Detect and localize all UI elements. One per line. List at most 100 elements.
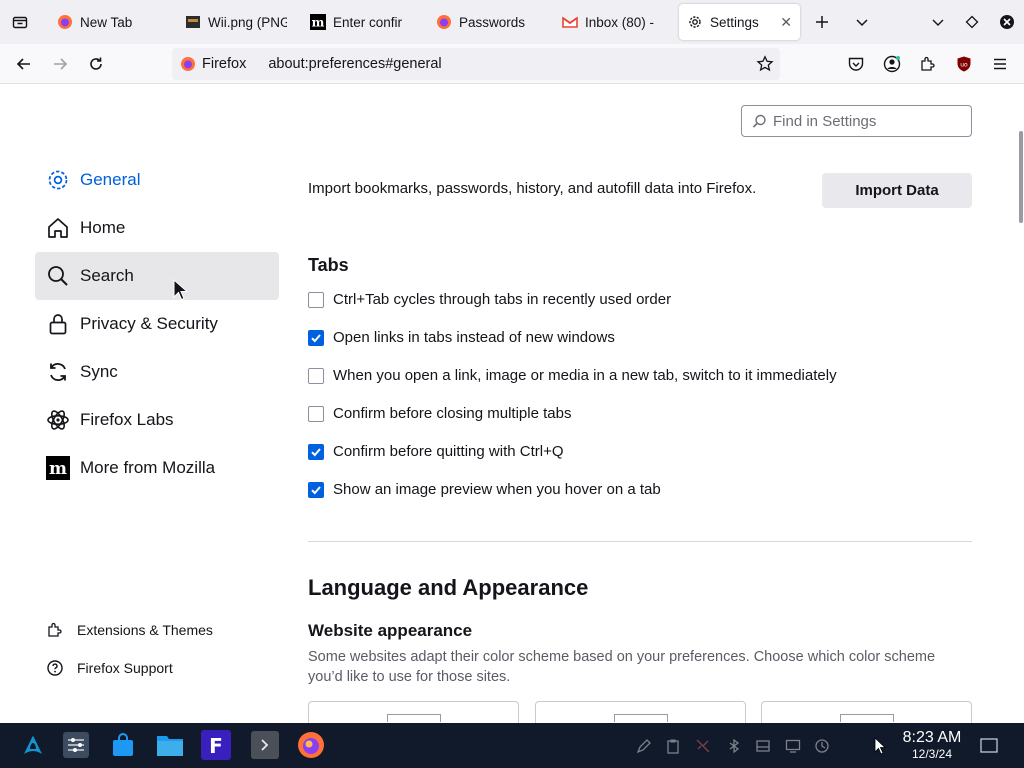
- window-minimize-button[interactable]: [924, 8, 952, 36]
- sidebar-item-firefox-labs[interactable]: Firefox Labs: [35, 396, 279, 444]
- puzzle-icon: [48, 622, 62, 637]
- reload-button[interactable]: [82, 50, 110, 78]
- close-circle-icon: [1000, 15, 1014, 29]
- theme-preview: [614, 714, 668, 722]
- ctrl-tab-option[interactable]: Ctrl+Tab cycles through tabs in recently…: [308, 291, 671, 308]
- checkbox[interactable]: [308, 367, 324, 384]
- svg-text:uo: uo: [960, 62, 968, 69]
- tray-icon-display[interactable]: [784, 737, 802, 755]
- tab-passwords[interactable]: Passwords: [428, 4, 546, 40]
- reload-icon: [90, 57, 102, 70]
- terminal-icon: [251, 731, 279, 759]
- clock[interactable]: 8:23 AM 12/3/24: [896, 729, 968, 761]
- shopping-bag-icon: [113, 733, 133, 756]
- option-label: Open links in tabs instead of new window…: [333, 329, 615, 346]
- sidebar-item-home[interactable]: Home: [35, 204, 279, 252]
- tray-icon-clipboard[interactable]: [664, 737, 682, 755]
- checkbox-checked[interactable]: [308, 329, 324, 346]
- tab-enter-confirm[interactable]: m Enter confir: [302, 4, 420, 40]
- theme-option-light[interactable]: [535, 701, 746, 723]
- sidebar-item-label: Firefox Labs: [80, 410, 174, 429]
- list-all-tabs-button[interactable]: [848, 8, 876, 36]
- gmail-icon: [562, 14, 578, 30]
- firefox-view-button[interactable]: [6, 8, 34, 36]
- tray-icon-bluetooth[interactable]: [725, 737, 743, 755]
- lock-icon: [46, 312, 70, 336]
- url-text: about:preferences#general: [268, 56, 442, 72]
- firefox-icon: [436, 14, 452, 30]
- confirm-close-tabs-option[interactable]: Confirm before closing multiple tabs: [308, 405, 571, 422]
- scrollbar-thumb[interactable]: [1019, 131, 1023, 223]
- find-in-settings-input[interactable]: Find in Settings: [741, 105, 972, 137]
- firefox-taskbar-button[interactable]: [296, 730, 326, 760]
- bookmark-star-icon[interactable]: [756, 55, 774, 77]
- tray-icon-updates[interactable]: [813, 737, 831, 755]
- ublock-origin-button[interactable]: uo: [950, 50, 978, 78]
- sidebar-item-sync[interactable]: Sync: [35, 348, 279, 396]
- window-maximize-button[interactable]: [958, 8, 986, 36]
- tab-inbox[interactable]: Inbox (80) -: [554, 4, 672, 40]
- firefox-view-icon: [12, 16, 28, 29]
- checkbox[interactable]: [308, 405, 324, 422]
- identity-label: Firefox: [202, 56, 247, 72]
- back-button[interactable]: [10, 50, 38, 78]
- close-tab-icon[interactable]: ✕: [780, 14, 792, 31]
- checkmark-icon: [311, 333, 321, 342]
- account-button[interactable]: [878, 50, 906, 78]
- taskbar: F 8:23 AM 12/3/24: [0, 723, 1024, 768]
- terminal-button[interactable]: [250, 730, 280, 760]
- sidebar-item-search[interactable]: Search: [35, 252, 279, 300]
- identity-box[interactable]: Firefox: [172, 56, 246, 72]
- sidebar-item-privacy[interactable]: Privacy & Security: [35, 300, 279, 348]
- pocket-button[interactable]: [842, 50, 870, 78]
- tab-hover-preview-option[interactable]: Show an image preview when you hover on …: [308, 481, 661, 498]
- sidebar-item-general[interactable]: General: [35, 156, 279, 204]
- tab-new-tab[interactable]: New Tab: [49, 4, 165, 40]
- app-f-icon: F: [201, 730, 231, 760]
- import-data-button[interactable]: Import Data: [822, 173, 972, 208]
- new-tab-button[interactable]: [808, 8, 836, 36]
- window-close-button[interactable]: [993, 8, 1021, 36]
- tab-label: New Tab: [80, 14, 133, 30]
- sidebar-item-more-from-mozilla[interactable]: m More from Mozilla: [35, 444, 279, 492]
- search-icon: [46, 264, 70, 288]
- tab-label: Wii.png (PNG: [208, 14, 287, 30]
- switch-to-new-tab-option[interactable]: When you open a link, image or media in …: [308, 367, 837, 384]
- clock-date: 12/3/24: [911, 747, 953, 761]
- checkbox[interactable]: [308, 291, 324, 308]
- firefox-support-link[interactable]: Firefox Support: [46, 659, 173, 677]
- file-manager-button[interactable]: [155, 730, 185, 760]
- show-desktop-button[interactable]: [980, 738, 998, 759]
- forward-button[interactable]: [46, 50, 74, 78]
- tray-icon-pen[interactable]: [635, 737, 653, 755]
- chevron-down-icon: [856, 19, 868, 27]
- theme-option-dark[interactable]: [761, 701, 972, 723]
- theme-option-automatic[interactable]: [308, 701, 519, 723]
- tab-settings[interactable]: Settings ✕: [679, 4, 800, 40]
- open-links-in-tabs-option[interactable]: Open links in tabs instead of new window…: [308, 329, 615, 346]
- section-divider: [308, 541, 972, 542]
- tab-wii-png[interactable]: Wii.png (PNG: [177, 4, 295, 40]
- tray-icon-network-off[interactable]: [694, 737, 712, 755]
- option-label: Confirm before closing multiple tabs: [333, 405, 572, 422]
- confirm-quit-option[interactable]: Confirm before quitting with Ctrl+Q: [308, 443, 564, 460]
- checkbox-checked[interactable]: [308, 481, 324, 498]
- tab-label: Passwords: [459, 14, 526, 30]
- firefox-icon: [298, 732, 324, 758]
- start-menu-button[interactable]: [18, 730, 48, 760]
- software-store-button[interactable]: [108, 730, 138, 760]
- gear-icon: [46, 168, 70, 192]
- mozilla-m-icon: m: [46, 456, 70, 480]
- app-f-button[interactable]: F: [201, 730, 231, 760]
- app-menu-button[interactable]: [986, 50, 1014, 78]
- checkbox-checked[interactable]: [308, 443, 324, 460]
- option-label: When you open a link, image or media in …: [333, 367, 837, 384]
- tray-icon-storage[interactable]: [754, 737, 772, 755]
- sidebar-item-label: Search: [80, 266, 134, 285]
- address-bar[interactable]: Firefox about:preferences#general: [172, 48, 780, 80]
- system-settings-button[interactable]: [61, 730, 91, 760]
- sidebar-item-label: Sync: [80, 362, 118, 381]
- extensions-themes-link[interactable]: Extensions & Themes: [46, 621, 213, 639]
- labs-icon: [46, 408, 70, 432]
- extensions-button[interactable]: [914, 50, 942, 78]
